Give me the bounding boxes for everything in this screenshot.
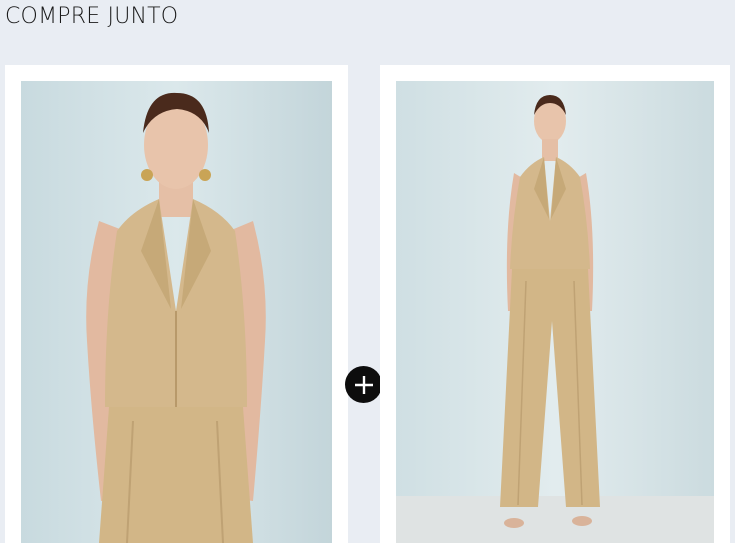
product-photo-full-outfit-icon [396,81,714,543]
product-image-1[interactable] [21,81,332,543]
section-title: COMPRE JUNTO [5,4,179,29]
product-card-2[interactable] [380,65,730,543]
add-combo-button[interactable] [345,366,382,403]
product-card-1[interactable] [5,65,348,543]
product-image-2[interactable] [396,81,714,543]
plus-icon [354,375,373,394]
product-photo-vest-top-icon [21,81,332,543]
